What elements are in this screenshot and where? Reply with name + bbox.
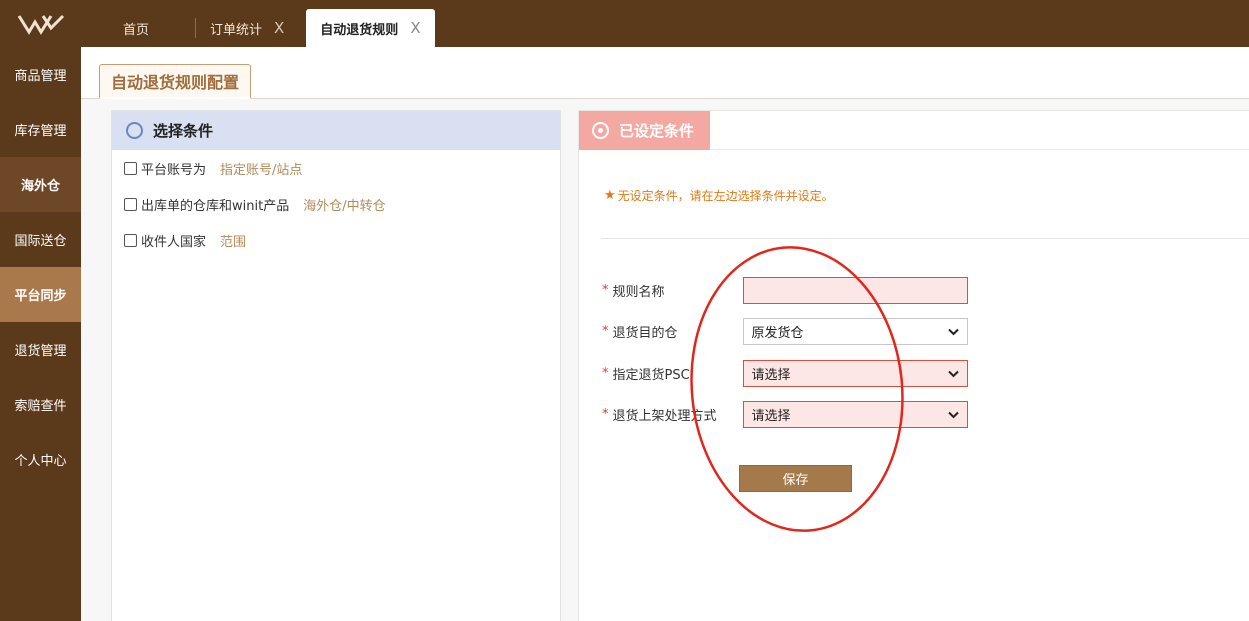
- conditions-panel: 选择条件 平台账号为 指定账号/站点 出库单的仓库和winit产品 海外仓/中转…: [111, 110, 561, 621]
- condition-label: 平台账号为: [141, 162, 207, 178]
- top-bar: 首页 订单统计 X 自动退货规则 X: [0, 0, 1249, 47]
- sidebar-item-products[interactable]: 商品管理: [0, 47, 81, 102]
- close-icon[interactable]: X: [410, 20, 420, 36]
- condition-link[interactable]: 范围: [220, 231, 246, 250]
- circle-icon: [126, 122, 143, 139]
- sidebar-item-returns[interactable]: 退货管理: [0, 322, 81, 377]
- divider: [601, 238, 1249, 239]
- sidebar-item-label: 退货管理: [14, 344, 67, 359]
- page-title[interactable]: 自动退货规则配置: [99, 64, 252, 99]
- required-mark: *: [602, 324, 609, 339]
- sidebar-item-inventory[interactable]: 库存管理: [0, 102, 81, 157]
- condition-platform-account: 平台账号为 指定账号/站点: [112, 150, 560, 186]
- close-icon[interactable]: X: [274, 20, 284, 36]
- condition-recipient-country: 收件人国家 范围: [112, 222, 560, 258]
- logo[interactable]: [0, 0, 81, 47]
- tab-bar: 首页 订单统计 X 自动退货规则 X: [81, 0, 435, 47]
- main-area: 自动退货规则配置 选择条件 平台账号为 指定账号/站点 出库单的仓库和winit…: [81, 47, 1249, 621]
- condition-warehouse-product: 出库单的仓库和winit产品 海外仓/中转仓: [112, 186, 560, 222]
- set-conditions-title: 已设定条件: [619, 122, 695, 140]
- sidebar-item-claims[interactable]: 索赔查件: [0, 377, 81, 432]
- chevron-down-icon: [947, 370, 959, 377]
- set-conditions-tab: 已设定条件: [579, 111, 710, 150]
- tab-auto-return-rules-label: 自动退货规则: [320, 22, 399, 38]
- content-area: 选择条件 平台账号为 指定账号/站点 出库单的仓库和winit产品 海外仓/中转…: [81, 99, 1249, 621]
- sidebar-item-label: 海外仓: [20, 179, 60, 194]
- sidebar-item-label: 库存管理: [14, 124, 67, 139]
- condition-link[interactable]: 指定账号/站点: [220, 159, 302, 178]
- notice-text: 无设定条件，请在左边选择条件并设定。: [617, 189, 834, 203]
- required-mark: *: [602, 366, 609, 381]
- condition-label: 收件人国家: [141, 234, 207, 250]
- star-icon: ★: [604, 188, 616, 203]
- set-conditions-panel: 已设定条件 ★ 无设定条件，请在左边选择条件并设定。 * 规则名称 * 退货目的…: [578, 110, 1249, 621]
- chevron-down-icon: [947, 328, 959, 335]
- target-icon: [592, 122, 609, 139]
- sidebar-item-profile[interactable]: 个人中心: [0, 432, 81, 487]
- empty-conditions-notice: ★ 无设定条件，请在左边选择条件并设定。: [604, 187, 834, 204]
- tab-auto-return-rules[interactable]: 自动退货规则 X: [306, 9, 435, 47]
- condition-checkbox[interactable]: [124, 233, 137, 247]
- sidebar-item-overseas-warehouse[interactable]: 海外仓: [0, 157, 81, 212]
- logo-icon: [17, 14, 64, 35]
- tab-home-label: 首页: [123, 22, 150, 38]
- condition-link[interactable]: 海外仓/中转仓: [303, 195, 385, 214]
- conditions-panel-header: 选择条件: [112, 111, 560, 150]
- sidebar-item-platform-sync[interactable]: 平台同步: [0, 267, 81, 322]
- required-mark: *: [602, 407, 609, 422]
- tab-home[interactable]: 首页: [81, 9, 195, 47]
- sidebar-item-label: 索赔查件: [14, 399, 67, 414]
- sidebar-item-label: 商品管理: [14, 69, 67, 84]
- tab-order-stats-label: 订单统计: [210, 22, 263, 38]
- condition-label: 出库单的仓库和winit产品: [141, 198, 290, 214]
- condition-checkbox[interactable]: [124, 161, 137, 175]
- sidebar-item-intl-delivery[interactable]: 国际送仓: [0, 212, 81, 267]
- annotation-ellipse: [690, 246, 904, 532]
- chevron-down-icon: [947, 411, 959, 418]
- tab-order-stats[interactable]: 订单统计 X: [195, 18, 296, 38]
- sidebar-item-label: 个人中心: [14, 454, 67, 469]
- sidebar-item-label: 国际送仓: [14, 234, 67, 249]
- page-tab-bar: 自动退货规则配置: [81, 47, 1249, 99]
- conditions-panel-title: 选择条件: [153, 122, 214, 140]
- sidebar-item-label: 平台同步: [14, 289, 67, 304]
- set-conditions-header: 已设定条件: [579, 111, 1249, 150]
- condition-checkbox[interactable]: [124, 197, 137, 211]
- required-mark: *: [602, 283, 609, 298]
- sidebar: 商品管理 库存管理 海外仓 国际送仓 平台同步 退货管理 索赔查件 个人中心: [0, 47, 81, 621]
